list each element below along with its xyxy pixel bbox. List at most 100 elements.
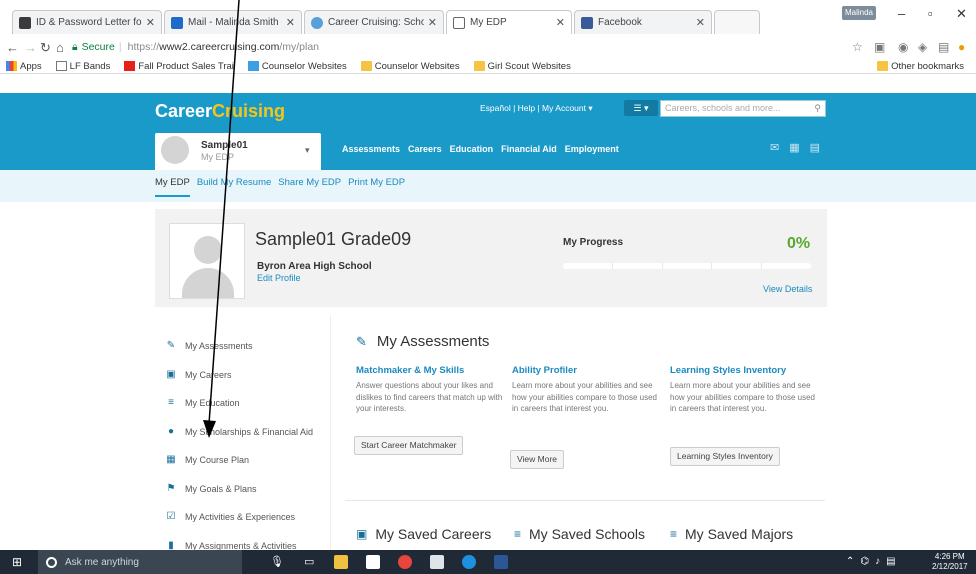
network-icon[interactable]: ⌬ (860, 556, 869, 567)
calendar-icon[interactable]: ▦ (789, 141, 799, 154)
extension-icon[interactable]: ▣ (874, 40, 885, 54)
flag-icon: ⚑ (166, 482, 176, 494)
nav-careers[interactable]: Careers (408, 144, 442, 154)
minimize-icon[interactable]: – (898, 6, 905, 21)
site-search-input[interactable]: Careers, schools and more... ⚲ (660, 100, 826, 117)
saved-schools-heading[interactable]: ≡ My Saved Schools (514, 526, 645, 542)
sidebar-item[interactable]: ✎ My Assessments (165, 332, 320, 361)
url-text: https://www2.careercruising.com/my/plan (128, 41, 319, 53)
search-icon[interactable]: ⚲ (814, 101, 821, 116)
sidebar-item[interactable]: ▣ My Careers (165, 361, 320, 390)
volume-icon[interactable]: ♪ (875, 556, 880, 567)
pencil-icon: ✎ (356, 333, 367, 349)
bookmark-item[interactable]: Counselor Websites (247, 61, 347, 72)
divider (330, 315, 331, 550)
site-logo[interactable]: CareerCruising (155, 101, 285, 122)
divider (345, 500, 825, 501)
tab-build-resume[interactable]: Build My Resume (197, 177, 271, 197)
sidebar-item[interactable]: ▦ My Course Plan (165, 446, 320, 475)
skype-icon[interactable] (462, 555, 476, 569)
url-field[interactable]: 🔒︎ Secure | https://www2.careercruising.… (72, 38, 842, 56)
view-details-link[interactable]: View Details (763, 284, 812, 294)
home-icon[interactable]: ⌂ (56, 40, 64, 55)
menu-button[interactable]: ☰ ▾ (624, 100, 658, 116)
tab-my-edp[interactable]: My EDP (155, 177, 190, 197)
learning-styles-button[interactable]: Learning Styles Inventory (670, 447, 780, 466)
profile-badge[interactable]: Malinda (842, 6, 876, 20)
browser-tab[interactable]: Career Cruising: School I ✕ (304, 10, 444, 34)
browser-tab[interactable]: Facebook ✕ (574, 10, 712, 34)
windows-start-icon[interactable]: ⊞ (12, 555, 22, 569)
microphone-icon[interactable]: 🎙︎ (270, 555, 284, 568)
extension-icon[interactable]: ▤ (938, 40, 949, 54)
clock[interactable]: 4:26 PM 2/12/2017 (932, 552, 968, 572)
extension-icon[interactable]: ◈ (918, 40, 927, 54)
card-title[interactable]: Learning Styles Inventory (670, 365, 820, 376)
nav-education[interactable]: Education (450, 144, 494, 154)
close-icon[interactable]: ✕ (428, 16, 437, 29)
chevron-up-icon[interactable]: ⌃ (846, 556, 854, 567)
browser-tab[interactable]: Mail - Malinda Smith - O ✕ (164, 10, 302, 34)
notification-icon[interactable]: ▤ (886, 556, 895, 567)
other-bookmarks[interactable]: Other bookmarks (877, 61, 964, 72)
bookmark-item[interactable]: Fall Product Sales Trai (124, 61, 234, 72)
user-switcher[interactable]: Sample01 My EDP ▾ (155, 133, 321, 170)
sidebar-item[interactable]: ≡ My Education (165, 389, 320, 418)
card-title[interactable]: Ability Profiler (512, 365, 662, 376)
tab-title: ID & Password Letter for (36, 17, 142, 28)
view-more-button[interactable]: View More (510, 450, 564, 469)
logo-text-accent: Cruising (212, 101, 286, 121)
extension-icon[interactable]: ◉ (898, 40, 908, 54)
browser-tab[interactable]: ID & Password Letter for ✕ (12, 10, 162, 34)
close-icon[interactable]: ✕ (286, 16, 295, 29)
start-career-matchmaker-button[interactable]: Start Career Matchmaker (354, 436, 464, 455)
chevron-down-icon[interactable]: ▾ (305, 145, 310, 156)
saved-majors-heading[interactable]: ≡ My Saved Majors (670, 526, 793, 542)
bookmark-item[interactable]: LF Bands (55, 61, 110, 72)
bookmark-folder[interactable]: Girl Scout Websites (473, 61, 571, 72)
mail-icon[interactable]: ✉ (770, 141, 779, 154)
new-tab-button[interactable] (714, 10, 760, 34)
word-icon[interactable] (494, 555, 508, 569)
nav-financial-aid[interactable]: Financial Aid (501, 144, 557, 154)
edit-profile-link[interactable]: Edit Profile (257, 273, 301, 283)
close-icon[interactable]: ✕ (696, 16, 705, 29)
sidebar-item[interactable]: ⚑ My Goals & Plans (165, 475, 320, 504)
tab-share-edp[interactable]: Share My EDP (278, 177, 341, 197)
user-subtitle: My EDP (201, 152, 235, 162)
file-explorer-icon[interactable] (334, 555, 348, 569)
clipboard-icon[interactable]: ▤ (810, 141, 820, 154)
close-window-icon[interactable]: ✕ (956, 6, 967, 22)
reload-icon[interactable]: ↻ (40, 40, 51, 56)
task-view-icon[interactable]: ▭ (304, 555, 314, 568)
forward-icon[interactable]: → (24, 40, 37, 55)
alert-icon[interactable]: ● (958, 40, 965, 54)
sidebar-item[interactable]: ☑ My Activities & Experiences (165, 503, 320, 532)
lock-icon: 🔒︎ (72, 40, 78, 53)
nav-assessments[interactable]: Assessments (342, 144, 400, 154)
sidebar-item[interactable]: ● My Scholarships & Financial Aid (165, 418, 320, 447)
card-title[interactable]: Matchmaker & My Skills (356, 365, 506, 376)
nav-employment[interactable]: Employment (565, 144, 619, 154)
back-icon[interactable]: ← (6, 40, 19, 55)
bookmark-apps[interactable]: Apps (6, 61, 42, 72)
profile-photo (169, 223, 245, 299)
chrome-icon[interactable] (398, 555, 412, 569)
tab-print-edp[interactable]: Print My EDP (348, 177, 405, 197)
close-icon[interactable]: ✕ (146, 16, 155, 29)
store-icon[interactable] (366, 555, 380, 569)
taskbar-search[interactable]: Ask me anything (38, 550, 242, 574)
secure-label: Secure (81, 41, 115, 53)
mail-icon (171, 16, 183, 29)
bookmark-label: Counselor Websites (374, 60, 460, 72)
bookmark-folder[interactable]: Counselor Websites (360, 60, 460, 72)
search-placeholder: Careers, schools and more... (665, 103, 781, 113)
account-links[interactable]: Español | Help | My Account ▾ (480, 103, 593, 114)
close-icon[interactable]: ✕ (556, 16, 565, 29)
star-icon[interactable]: ☆ (852, 40, 863, 54)
maximize-icon[interactable]: ▫ (928, 6, 933, 21)
sidebar-item-label: My Scholarships & Financial Aid (185, 426, 314, 437)
calculator-icon[interactable] (430, 555, 444, 569)
saved-careers-heading[interactable]: ▣ My Saved Careers (356, 526, 491, 542)
browser-tab-active[interactable]: My EDP ✕ (446, 10, 572, 34)
